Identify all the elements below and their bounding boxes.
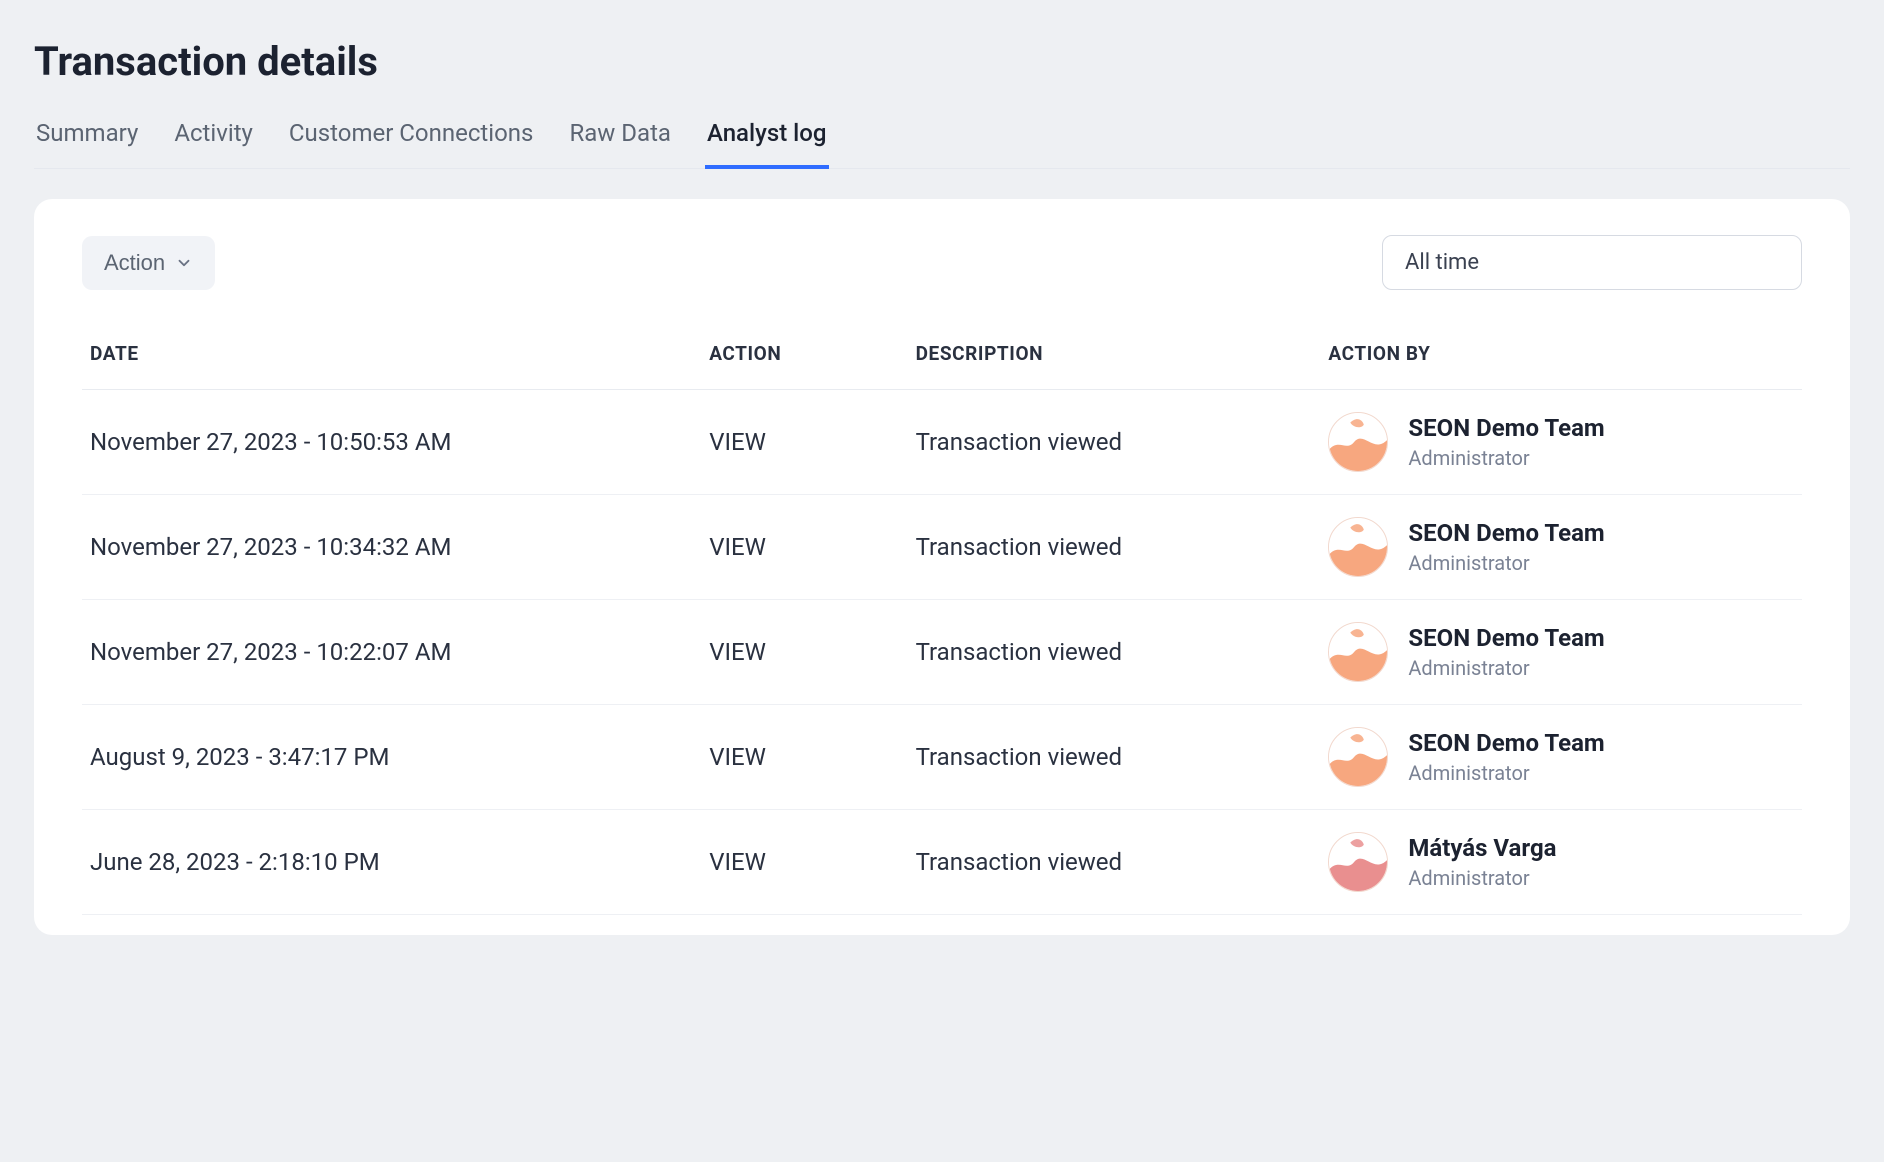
actor-name: Mátyás Varga xyxy=(1408,834,1556,862)
cell-date: November 27, 2023 - 10:22:07 AM xyxy=(82,600,701,705)
cell-date: June 28, 2023 - 2:18:10 PM xyxy=(82,810,701,915)
avatar xyxy=(1328,412,1388,472)
col-header-action-by: ACTION BY xyxy=(1320,324,1802,390)
table-row: June 28, 2023 - 2:18:10 PM VIEW Transact… xyxy=(82,810,1802,915)
cell-action-by: SEON Demo Team Administrator xyxy=(1320,600,1802,705)
cell-description: Transaction viewed xyxy=(908,390,1321,495)
cell-action-by: Mátyás Varga Administrator xyxy=(1320,810,1802,915)
page-title: Transaction details xyxy=(34,38,1850,85)
analyst-log-card: Action All time DATE ACTION DESCRIPTION … xyxy=(34,199,1850,935)
cell-action: VIEW xyxy=(701,705,907,810)
actor-role: Administrator xyxy=(1408,656,1604,680)
table-row: August 9, 2023 - 3:47:17 PM VIEW Transac… xyxy=(82,705,1802,810)
col-header-description: DESCRIPTION xyxy=(908,324,1321,390)
toolbar: Action All time xyxy=(82,235,1802,290)
avatar xyxy=(1328,832,1388,892)
action-filter-button[interactable]: Action xyxy=(82,236,215,290)
actor-role: Administrator xyxy=(1408,446,1604,470)
cell-action-by: SEON Demo Team Administrator xyxy=(1320,705,1802,810)
actor-role: Administrator xyxy=(1408,551,1604,575)
tab-summary[interactable]: Summary xyxy=(34,111,140,169)
chevron-down-icon xyxy=(175,254,193,272)
tab-analyst-log[interactable]: Analyst log xyxy=(705,111,829,169)
cell-date: August 9, 2023 - 3:47:17 PM xyxy=(82,705,701,810)
avatar xyxy=(1328,517,1388,577)
cell-action: VIEW xyxy=(701,390,907,495)
tabs: Summary Activity Customer Connections Ra… xyxy=(34,111,1850,169)
table-row: November 27, 2023 - 10:50:53 AM VIEW Tra… xyxy=(82,390,1802,495)
cell-action: VIEW xyxy=(701,495,907,600)
cell-date: November 27, 2023 - 10:34:32 AM xyxy=(82,495,701,600)
avatar xyxy=(1328,622,1388,682)
cell-description: Transaction viewed xyxy=(908,705,1321,810)
analyst-log-table: DATE ACTION DESCRIPTION ACTION BY Novemb… xyxy=(82,324,1802,915)
cell-action: VIEW xyxy=(701,810,907,915)
tab-activity[interactable]: Activity xyxy=(172,111,255,169)
col-header-date: DATE xyxy=(82,324,701,390)
time-filter-select[interactable]: All time xyxy=(1382,235,1802,290)
actor-role: Administrator xyxy=(1408,761,1604,785)
time-filter-label: All time xyxy=(1405,250,1479,275)
col-header-action: ACTION xyxy=(701,324,907,390)
actor-name: SEON Demo Team xyxy=(1408,519,1604,547)
actor-name: SEON Demo Team xyxy=(1408,729,1604,757)
cell-action-by: SEON Demo Team Administrator xyxy=(1320,390,1802,495)
table-row: November 27, 2023 - 10:22:07 AM VIEW Tra… xyxy=(82,600,1802,705)
cell-description: Transaction viewed xyxy=(908,495,1321,600)
action-filter-label: Action xyxy=(104,250,165,276)
table-row: November 27, 2023 - 10:34:32 AM VIEW Tra… xyxy=(82,495,1802,600)
cell-description: Transaction viewed xyxy=(908,600,1321,705)
actor-name: SEON Demo Team xyxy=(1408,414,1604,442)
cell-description: Transaction viewed xyxy=(908,810,1321,915)
cell-action: VIEW xyxy=(701,600,907,705)
tab-customer-connections[interactable]: Customer Connections xyxy=(287,111,536,169)
actor-role: Administrator xyxy=(1408,866,1556,890)
tab-raw-data[interactable]: Raw Data xyxy=(567,111,673,169)
avatar xyxy=(1328,727,1388,787)
actor-name: SEON Demo Team xyxy=(1408,624,1604,652)
cell-action-by: SEON Demo Team Administrator xyxy=(1320,495,1802,600)
cell-date: November 27, 2023 - 10:50:53 AM xyxy=(82,390,701,495)
